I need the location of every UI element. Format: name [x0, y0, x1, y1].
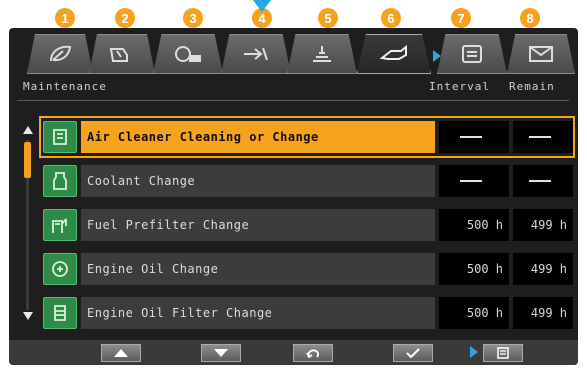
triangle-down-icon [214, 349, 228, 357]
callout-3: 3 [183, 8, 203, 28]
maintenance-row[interactable]: Engine Oil Change 500 h 499 h [41, 250, 573, 288]
back-button[interactable] [293, 344, 333, 362]
current-tab-pointer [253, 0, 271, 12]
remain-value: 499 h [513, 253, 573, 285]
return-arrow-icon [306, 349, 319, 359]
attachment-flow-icon [244, 47, 268, 61]
maintenance-row[interactable]: Coolant Change [41, 162, 573, 200]
interval-value [439, 165, 509, 197]
interval-column-header: Interval [429, 80, 490, 93]
remain-value: 499 h [513, 209, 573, 241]
scroll-down-icon[interactable] [23, 312, 33, 320]
empty-dash [460, 180, 482, 182]
active-tab-indicator [433, 50, 441, 62]
oil-filter-icon [43, 297, 77, 329]
document-list-icon [462, 45, 482, 63]
monitor-screen: Maintenance Interval Remain Air Cleaner … [9, 28, 578, 365]
tab-maintenance[interactable] [357, 34, 431, 74]
empty-dash [529, 180, 551, 182]
callout-5: 5 [318, 8, 338, 28]
callout-8: 8 [520, 8, 540, 28]
interval-value [439, 121, 509, 153]
empty-dash [460, 136, 482, 138]
hydraulic-machine-icon [313, 46, 331, 62]
maintenance-row[interactable]: Engine Oil Filter Change 500 h 499 h [41, 294, 573, 332]
item-name: Air Cleaner Cleaning or Change [81, 121, 435, 153]
function-bar [9, 340, 578, 365]
tab-attachment[interactable] [221, 34, 291, 74]
air-filter-icon [43, 121, 77, 153]
confirm-button[interactable] [393, 344, 433, 362]
page-title: Maintenance [23, 80, 107, 93]
callout-6: 6 [381, 8, 401, 28]
callout-1: 1 [55, 8, 75, 28]
maintenance-wrench-icon [379, 44, 407, 60]
item-name: Engine Oil Change [81, 253, 435, 285]
empty-dash [529, 136, 551, 138]
header-divider [17, 100, 569, 101]
remain-value: 499 h [513, 297, 573, 329]
callout-2: 2 [115, 8, 135, 28]
interval-value: 500 h [439, 253, 509, 285]
leaf-eco-icon [50, 45, 72, 62]
scroll-up-icon[interactable] [23, 126, 33, 134]
triangle-up-icon [114, 349, 128, 357]
item-name: Engine Oil Filter Change [81, 297, 435, 329]
item-name: Coolant Change [81, 165, 435, 197]
maintenance-row[interactable]: Fuel Prefilter Change 500 h 499 h [41, 206, 573, 244]
scroll-thumb[interactable] [24, 142, 31, 178]
callout-7: 7 [451, 8, 471, 28]
remain-value [513, 121, 573, 153]
tab-bar [17, 32, 577, 76]
tab-gauge[interactable] [153, 34, 223, 74]
coolant-icon [43, 165, 77, 197]
tab-eco[interactable] [27, 34, 93, 74]
interval-value: 500 h [439, 297, 509, 329]
list-icon [497, 347, 509, 359]
remain-column-header: Remain [509, 80, 555, 93]
interval-value: 500 h [439, 209, 509, 241]
item-name: Fuel Prefilter Change [81, 209, 435, 241]
tab-list[interactable] [437, 34, 507, 74]
tab-machine[interactable] [89, 34, 155, 74]
maintenance-row[interactable]: Air Cleaner Cleaning or Change [39, 116, 575, 158]
list-button[interactable] [483, 344, 523, 362]
page-up-button[interactable] [101, 344, 141, 362]
checkmark-icon [406, 348, 420, 359]
fuel-prefilter-icon [43, 209, 77, 241]
engine-oil-icon [43, 253, 77, 285]
envelope-mail-icon [529, 46, 553, 62]
tab-mail[interactable] [507, 34, 575, 74]
remain-value [513, 165, 573, 197]
page-down-button[interactable] [201, 344, 241, 362]
gauge-card-icon [175, 46, 201, 62]
machine-scoop-icon [109, 48, 128, 62]
tab-hydraulic[interactable] [287, 34, 357, 74]
scrollbar[interactable] [21, 124, 35, 324]
selection-indicator [470, 346, 478, 358]
